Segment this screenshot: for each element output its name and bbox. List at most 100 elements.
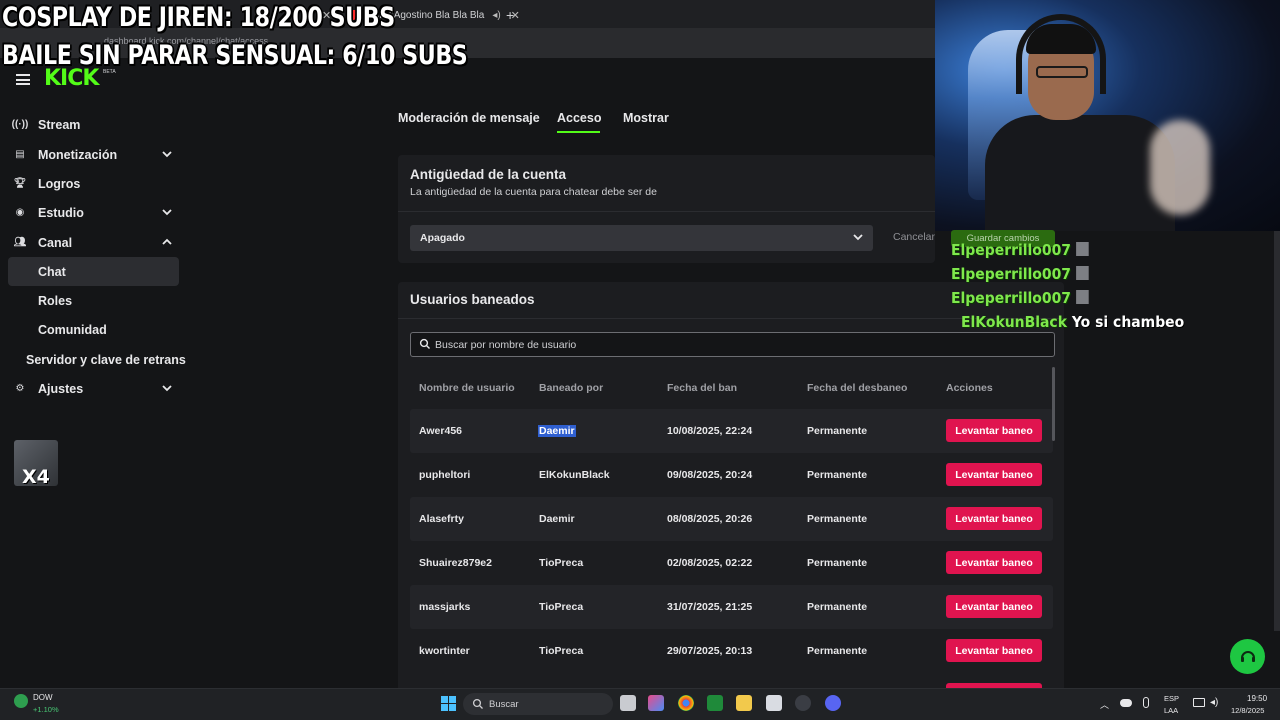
language-indicator[interactable]: ESP bbox=[1164, 694, 1179, 703]
unban-button[interactable]: Levantar baneo bbox=[946, 551, 1042, 574]
chart-icon: ▤ bbox=[15, 149, 25, 160]
chevron-down-icon[interactable] bbox=[161, 382, 173, 394]
sidebar-item-monetization[interactable]: ▤ Monetización bbox=[0, 140, 196, 169]
volume-icon[interactable]: ◂) bbox=[1210, 697, 1218, 708]
microphone-icon[interactable] bbox=[1143, 697, 1149, 708]
tab-message-moderation[interactable]: Moderación de mensaje bbox=[398, 111, 540, 125]
sidebar-item-label: Canal bbox=[38, 235, 73, 250]
copilot-icon[interactable] bbox=[648, 695, 664, 711]
broadcast-icon: ((·)) bbox=[11, 119, 29, 130]
unban-button[interactable]: Levantar baneo bbox=[946, 507, 1042, 530]
cell-unban-date: Permanente bbox=[807, 425, 868, 437]
column-header-banned-by: Baneado por bbox=[539, 382, 604, 394]
sidebar-item-studio[interactable]: ◉ Estudio bbox=[0, 198, 196, 227]
windows-start-icon[interactable] bbox=[441, 696, 456, 711]
overlay-goal-1: COSPLAY DE JIREN: 18/200 SUBS bbox=[2, 2, 395, 33]
cancel-button[interactable]: Cancelar bbox=[893, 231, 935, 243]
sidebar-item-roles[interactable]: Roles bbox=[38, 294, 72, 308]
cell-unban-date: Permanente bbox=[807, 557, 868, 569]
taskbar-search[interactable] bbox=[463, 693, 613, 715]
stock-ticker-icon[interactable] bbox=[14, 694, 28, 708]
banned-users-title: Usuarios baneados bbox=[410, 292, 535, 307]
webcam-glasses bbox=[1036, 66, 1088, 78]
sidebar-item-chat[interactable]: Chat bbox=[38, 265, 66, 279]
divider bbox=[398, 211, 935, 212]
column-header-actions: Acciones bbox=[946, 382, 993, 394]
account-age-title: Antigüedad de la cuenta bbox=[410, 167, 567, 182]
discord-icon[interactable] bbox=[825, 695, 841, 711]
chevron-down-icon[interactable] bbox=[852, 231, 864, 243]
sidebar-item-label: Logros bbox=[38, 176, 81, 191]
cell-ban-date: 08/08/2025, 20:26 bbox=[667, 513, 753, 525]
overlay-avatar-badge: X4 bbox=[14, 440, 58, 486]
cell-ban-date: 29/07/2025, 20:13 bbox=[667, 645, 753, 657]
minecraft-icon[interactable] bbox=[707, 695, 723, 711]
keyboard-layout-indicator[interactable]: LAA bbox=[1164, 706, 1178, 715]
cell-username: Awer456 bbox=[419, 425, 463, 437]
menu-icon[interactable] bbox=[16, 74, 30, 85]
chat-username: Elpeperrillo007 bbox=[951, 289, 1072, 307]
tab-display[interactable]: Mostrar bbox=[623, 111, 669, 125]
clock-time[interactable]: 19:50 bbox=[1247, 694, 1267, 703]
cell-ban-date: 31/07/2025, 21:25 bbox=[667, 601, 753, 613]
cell-ban-date: 02/08/2025, 02:22 bbox=[667, 557, 753, 569]
new-tab-button[interactable]: + bbox=[506, 4, 514, 26]
cell-username: pupheltori bbox=[419, 469, 471, 481]
sidebar-item-community[interactable]: Comunidad bbox=[38, 323, 107, 337]
account-age-select[interactable] bbox=[410, 225, 873, 251]
cell-unban-date: Permanente bbox=[807, 513, 868, 525]
sidebar-item-label: Ajustes bbox=[38, 381, 84, 396]
sidebar-item-chat-active-bg[interactable] bbox=[8, 257, 179, 286]
sidebar-item-achievements[interactable]: 🏆︎ Logros bbox=[0, 169, 196, 198]
chrome-icon[interactable] bbox=[678, 695, 694, 711]
tab-access[interactable]: Acceso bbox=[557, 111, 601, 125]
stock-ticker-name[interactable]: DOW bbox=[33, 693, 53, 702]
kick-logo[interactable]: KICK bbox=[44, 66, 99, 91]
sidebar-item-label: Monetización bbox=[38, 147, 118, 162]
unban-button[interactable]: Levantar baneo bbox=[946, 463, 1042, 486]
table-scrollbar[interactable] bbox=[1052, 367, 1055, 441]
selected-text: Daemir bbox=[538, 425, 576, 437]
sidebar-item-stream-key[interactable]: Servidor y clave de retrans bbox=[26, 353, 186, 367]
file-explorer-icon[interactable] bbox=[736, 695, 752, 711]
unban-button[interactable]: Levantar baneo bbox=[946, 639, 1042, 662]
chat-avatar bbox=[1076, 242, 1090, 256]
support-button[interactable] bbox=[1230, 639, 1265, 674]
cloud-icon[interactable] bbox=[1120, 699, 1132, 707]
column-header-username: Nombre de usuario bbox=[419, 382, 515, 394]
chevron-up-icon[interactable] bbox=[161, 236, 173, 248]
sidebar-item-stream[interactable]: ((·)) Stream bbox=[0, 110, 196, 139]
cell-banned-by: TioPreca bbox=[539, 601, 584, 613]
monitor-icon[interactable] bbox=[1193, 698, 1205, 707]
chat-message: Yo si chambeo bbox=[1071, 313, 1185, 331]
sidebar-item-channel[interactable]: 👥︎ Canal bbox=[0, 228, 196, 257]
cell-ban-date: 10/08/2025, 22:24 bbox=[667, 425, 753, 437]
chat-overlay-line: Elpeperrillo007 bbox=[951, 241, 1090, 259]
chevron-down-icon[interactable] bbox=[161, 206, 173, 218]
cell-banned-by: Daemir bbox=[539, 513, 575, 525]
trophy-icon: 🏆︎ bbox=[13, 178, 27, 189]
task-view-icon[interactable] bbox=[620, 695, 636, 711]
sidebar-item-settings[interactable]: ⚙ Ajustes bbox=[0, 374, 196, 403]
column-header-ban-date: Fecha del ban bbox=[667, 382, 738, 394]
search-icon bbox=[472, 698, 483, 709]
speaker-icon[interactable]: ◂) bbox=[492, 10, 500, 21]
badge-text: X4 bbox=[22, 466, 50, 486]
obs-icon[interactable] bbox=[795, 695, 811, 711]
chevron-down-icon[interactable] bbox=[161, 148, 173, 160]
clock-date[interactable]: 12/8/2025 bbox=[1231, 706, 1264, 715]
account-age-select-value: Apagado bbox=[420, 232, 465, 244]
store-icon[interactable] bbox=[766, 695, 782, 711]
unban-button[interactable]: Levantar baneo bbox=[946, 595, 1042, 618]
cell-unban-date: Permanente bbox=[807, 469, 868, 481]
chat-username: Elpeperrillo007 bbox=[951, 241, 1072, 259]
taskbar-search-label: Buscar bbox=[489, 699, 519, 710]
chat-avatar bbox=[1076, 266, 1090, 280]
sidebar-item-label: Stream bbox=[38, 117, 81, 132]
page-scrollbar[interactable] bbox=[1274, 231, 1280, 631]
chat-username: Elpeperrillo007 bbox=[951, 265, 1072, 283]
unban-button[interactable]: Levantar baneo bbox=[946, 419, 1042, 442]
cell-banned-by: Daemir bbox=[538, 425, 576, 437]
cell-unban-date: Permanente bbox=[807, 645, 868, 657]
chevron-up-icon[interactable]: ︿ bbox=[1100, 698, 1109, 711]
